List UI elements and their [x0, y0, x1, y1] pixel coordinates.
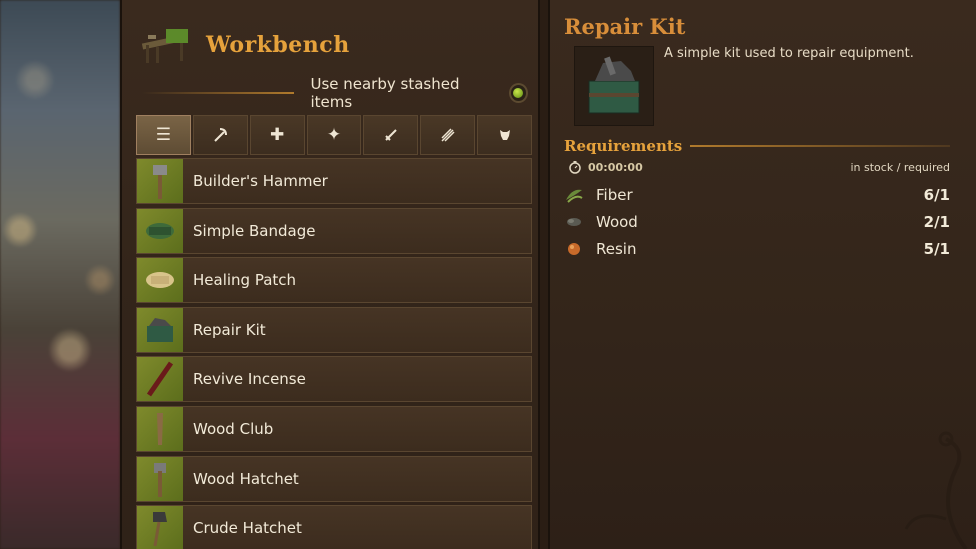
- recipe-item-healing-patch[interactable]: Healing Patch: [136, 257, 532, 304]
- sword-icon: [385, 129, 397, 141]
- recipe-label: Repair Kit: [193, 320, 266, 339]
- material-count: 6/1: [923, 185, 950, 204]
- tab-all[interactable]: ☰: [136, 115, 191, 155]
- detail-description: A simple kit used to repair equipment.: [664, 46, 914, 61]
- material-count: 5/1: [923, 239, 950, 258]
- toggle-indicator: [513, 88, 524, 98]
- recipe-item-crude-hatchet[interactable]: Crude Hatchet: [136, 505, 532, 549]
- workbench-title: Workbench: [206, 32, 350, 58]
- tab-armor[interactable]: [477, 115, 533, 155]
- repair-kit-icon: [137, 307, 183, 352]
- recipe-label: Crude Hatchet: [193, 519, 302, 538]
- armor-icon: [499, 130, 510, 140]
- tab-magic[interactable]: ✦: [306, 115, 362, 155]
- plus-icon: ✚: [270, 125, 285, 145]
- patch-icon: [137, 258, 183, 303]
- recipe-item-revive-incense[interactable]: Revive Incense: [136, 356, 532, 403]
- club-icon: [137, 406, 183, 451]
- material-name: Resin: [596, 239, 637, 258]
- item-detail-panel: Repair Kit A simple kit used to repair e…: [548, 0, 976, 549]
- sparkle-icon: ✦: [326, 125, 342, 145]
- decorative-vine: [904, 431, 968, 549]
- material-row-resin: Resin 5/1: [564, 235, 950, 262]
- tab-tools[interactable]: [192, 115, 248, 155]
- incense-icon: [137, 357, 183, 402]
- material-row-wood: Wood 2/1: [564, 208, 950, 235]
- wood-icon: [564, 212, 584, 232]
- tab-medical[interactable]: ✚: [249, 115, 305, 155]
- recipe-label: Simple Bandage: [193, 221, 316, 240]
- tab-ranged[interactable]: [420, 115, 476, 155]
- stash-divider: [142, 92, 295, 94]
- resin-icon: [564, 239, 584, 259]
- craft-time-row: 00:00:00 in stock / required: [568, 160, 950, 174]
- bandage-icon: [137, 208, 183, 253]
- materials-list: Fiber 6/1 Wood 2/1 Resin 5/1: [564, 181, 950, 262]
- hatchet-icon: [137, 456, 183, 501]
- recipe-label: Revive Incense: [193, 370, 306, 389]
- material-count: 2/1: [923, 212, 950, 231]
- stash-row: Use nearby stashed items: [142, 75, 528, 111]
- craft-time: 00:00:00: [588, 160, 643, 174]
- recipe-list: Builder's Hammer Simple Bandage Healing …: [136, 158, 532, 549]
- recipe-item-builders-hammer[interactable]: Builder's Hammer: [136, 158, 532, 204]
- stash-toggle[interactable]: [508, 83, 528, 103]
- recipe-label: Builder's Hammer: [193, 172, 328, 190]
- workbench-panel: Workbench Use nearby stashed items ☰ ✚ ✦: [120, 0, 540, 549]
- fiber-icon: [564, 185, 584, 205]
- category-tabs: ☰ ✚ ✦: [136, 115, 533, 155]
- background-scene: [0, 0, 120, 549]
- detail-title: Repair Kit: [564, 14, 686, 39]
- stopwatch-icon: [569, 161, 581, 174]
- crude-hatchet-icon: [137, 506, 183, 549]
- recipe-item-wood-club[interactable]: Wood Club: [136, 405, 532, 452]
- recipe-label: Healing Patch: [193, 271, 297, 290]
- requirements-divider: [690, 145, 950, 147]
- recipe-item-wood-hatchet[interactable]: Wood Hatchet: [136, 455, 532, 502]
- recipe-label: Wood Hatchet: [193, 469, 299, 488]
- material-name: Wood: [596, 212, 638, 231]
- tab-weapons[interactable]: [363, 115, 419, 155]
- hammer-icon: [137, 159, 183, 203]
- arrows-icon: [441, 128, 455, 142]
- workbench-header: Workbench: [136, 20, 516, 70]
- requirements-title: Requirements: [564, 137, 683, 155]
- stash-label: Use nearby stashed items: [310, 75, 460, 111]
- pickaxe-icon: [214, 128, 228, 142]
- recipe-item-simple-bandage[interactable]: Simple Bandage: [136, 207, 532, 254]
- requirements-header: Requirements: [564, 137, 950, 155]
- recipe-label: Wood Club: [193, 419, 274, 438]
- recipe-item-repair-kit[interactable]: Repair Kit: [136, 306, 532, 353]
- stock-required-label: in stock / required: [850, 160, 950, 174]
- material-name: Fiber: [596, 185, 633, 204]
- material-row-fiber: Fiber 6/1: [564, 181, 950, 208]
- workbench-icon: [141, 29, 188, 63]
- repair-kit-image: [574, 46, 654, 126]
- list-icon: ☰: [155, 125, 172, 145]
